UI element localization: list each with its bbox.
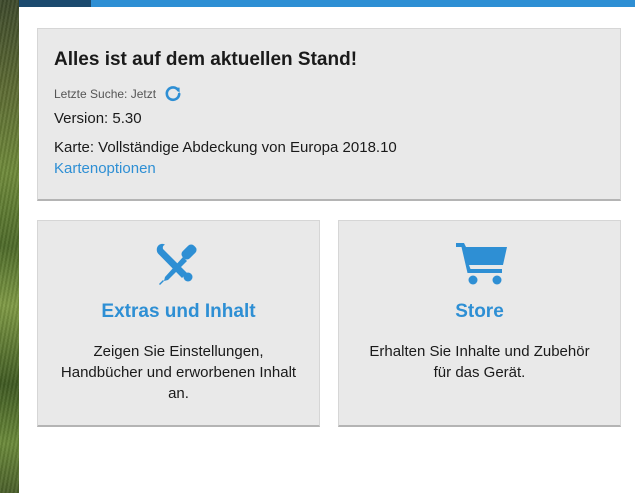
cart-icon [455, 241, 507, 287]
status-title: Alles ist auf dem aktuellen Stand! [54, 49, 358, 70]
refresh-icon[interactable] [164, 85, 182, 103]
map-text: Karte: Vollständige Abdeckung von Europa… [54, 139, 397, 156]
map-options-link[interactable]: Kartenoptionen [54, 160, 156, 177]
store-description: Erhalten Sie Inhalte und Zubehör für das… [369, 343, 590, 381]
tools-icon [154, 241, 204, 287]
app-window: Alles ist auf dem aktuellen Stand! Letzt… [19, 0, 635, 493]
background-photo-strip [0, 0, 20, 493]
extras-title: Extras und Inhalt [101, 301, 256, 322]
top-accent-bar [19, 0, 635, 7]
store-card[interactable]: Store Erhalten Sie Inhalte und Zubehör f… [338, 220, 621, 427]
update-status-panel: Alles ist auf dem aktuellen Stand! Letzt… [37, 28, 621, 201]
version-text: Version: 5.30 [54, 110, 142, 127]
extras-description: Zeigen Sie Einstellungen, Handbücher und… [60, 343, 297, 402]
extras-content-card[interactable]: Extras und Inhalt Zeigen Sie Einstellung… [37, 220, 320, 427]
store-title: Store [455, 301, 504, 322]
last-check-row: Letzte Suche: Jetzt [54, 85, 182, 103]
top-accent-bar-segment [19, 0, 91, 7]
last-check-label: Letzte Suche: Jetzt [54, 87, 157, 101]
